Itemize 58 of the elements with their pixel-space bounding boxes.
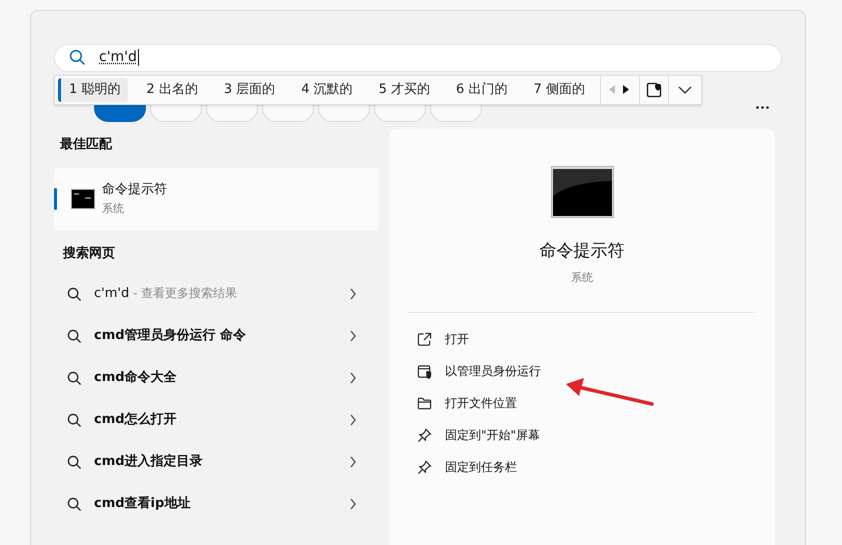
search-suggestion: cmd怎么打开 bbox=[94, 411, 177, 430]
web-search-item[interactable]: cmd管理员身份运行 命令 bbox=[54, 315, 379, 357]
ime-candidate[interactable]: 1 聪明的 bbox=[58, 78, 128, 102]
chevron-right-icon bbox=[349, 330, 357, 342]
shield-window-icon bbox=[417, 364, 432, 378]
app-type: 系统 bbox=[571, 270, 593, 286]
web-search-item[interactable]: cmd进入指定目录 bbox=[54, 441, 379, 483]
action-item[interactable]: 固定到任务栏 bbox=[417, 451, 775, 483]
search-icon bbox=[67, 454, 82, 470]
web-search-item[interactable]: c'm'd - 查看更多搜索结果 bbox=[54, 273, 379, 315]
web-search-item[interactable]: cmd命令大全 bbox=[54, 357, 379, 399]
terminal-icon bbox=[71, 188, 95, 208]
search-suggestion: cmd命令大全 bbox=[94, 369, 177, 388]
chevron-right-icon bbox=[349, 498, 357, 510]
section-heading: 搜索网页 bbox=[63, 244, 116, 262]
pin-icon bbox=[417, 460, 432, 474]
folder-icon bbox=[417, 396, 432, 410]
ime-candidate[interactable]: 3 层面的 bbox=[212, 78, 284, 102]
search-field[interactable]: c'm'd bbox=[54, 44, 782, 72]
chevron-right-icon bbox=[349, 288, 357, 300]
terminal-icon bbox=[550, 166, 614, 218]
chevron-right-icon bbox=[349, 414, 357, 426]
app-type: 系统 bbox=[102, 201, 125, 217]
section-heading: 最佳匹配 bbox=[60, 136, 114, 154]
action-item[interactable]: 以管理员身份运行 bbox=[417, 355, 775, 387]
search-icon bbox=[67, 496, 82, 512]
ime-candidate[interactable]: 2 出名的 bbox=[135, 78, 206, 102]
chevron-right-icon bbox=[349, 456, 357, 468]
search-suggestion: cmd查看ip地址 bbox=[94, 495, 190, 514]
web-search-item[interactable]: cmd查看ip地址 bbox=[54, 483, 379, 525]
search-icon bbox=[67, 412, 82, 428]
action-item[interactable]: 打开文件位置 bbox=[417, 387, 775, 419]
heart-sticker-icon[interactable] bbox=[646, 82, 662, 98]
selection-indicator bbox=[54, 188, 57, 210]
action-item[interactable]: 固定到"开始"屏幕 bbox=[417, 419, 775, 451]
open-external-icon bbox=[417, 332, 432, 346]
next-page-icon[interactable] bbox=[622, 85, 629, 94]
best-match-item[interactable]: 命令提示符 系统 bbox=[54, 168, 379, 230]
search-suggestion: cmd进入指定目录 bbox=[94, 452, 203, 472]
app-name: 命令提示符 bbox=[540, 240, 624, 263]
pin-icon bbox=[417, 428, 432, 442]
action-item[interactable]: 打开 bbox=[417, 323, 775, 355]
search-icon bbox=[67, 286, 82, 302]
search-icon bbox=[67, 328, 82, 344]
ime-candidate[interactable]: 4 沉默的 bbox=[290, 78, 361, 102]
search-value: c'm'd bbox=[99, 48, 137, 68]
app-name: 命令提示符 bbox=[102, 180, 167, 198]
search-suggestion: c'm'd - 查看更多搜索结果 bbox=[94, 285, 238, 304]
search-icon bbox=[67, 370, 82, 386]
chevron-right-icon bbox=[349, 372, 357, 384]
web-search-item[interactable]: cmd怎么打开 bbox=[54, 399, 379, 441]
ime-candidate[interactable]: 7 侧面的 bbox=[522, 78, 593, 102]
search-icon bbox=[69, 49, 86, 66]
more-icon[interactable] bbox=[756, 106, 769, 109]
ime-candidate[interactable]: 6 出门的 bbox=[445, 78, 516, 102]
ime-candidate[interactable]: 5 才买的 bbox=[368, 78, 438, 102]
chevron-down-icon[interactable] bbox=[678, 86, 692, 94]
search-suggestion: cmd管理员身份运行 命令 bbox=[94, 327, 246, 346]
